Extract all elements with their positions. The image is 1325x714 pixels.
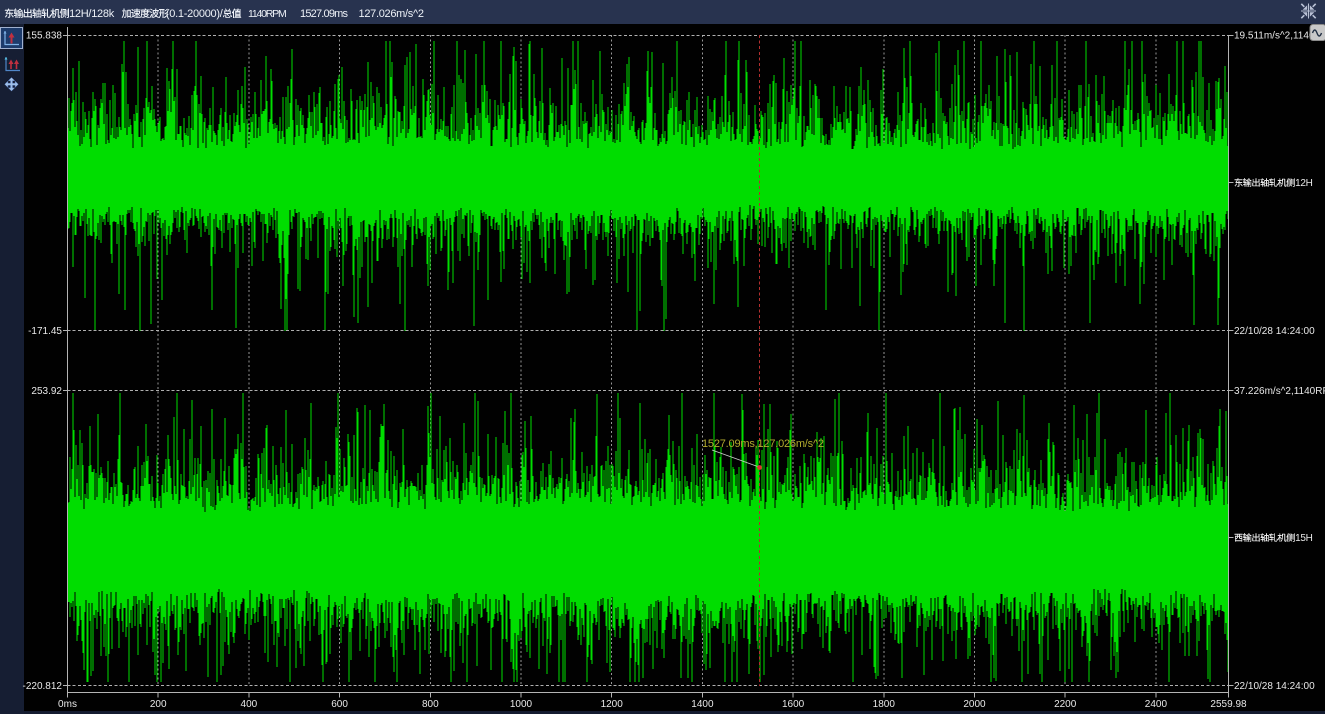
svg-text:2559.98: 2559.98 <box>1210 699 1247 710</box>
svg-text:253.92: 253.92 <box>31 386 62 397</box>
svg-text:800: 800 <box>422 699 439 710</box>
svg-text:400: 400 <box>241 699 258 710</box>
svg-text:12H/128k: 12H/128k <box>69 8 115 20</box>
svg-text:1200: 1200 <box>601 699 624 710</box>
svg-text:2200: 2200 <box>1054 699 1077 710</box>
svg-text:1527.09ms,127.026m/s^2: 1527.09ms,127.026m/s^2 <box>702 438 824 450</box>
svg-text:15H: 15H <box>1295 533 1313 544</box>
svg-text:1600: 1600 <box>782 699 805 710</box>
svg-text:155.838: 155.838 <box>26 31 63 42</box>
svg-text:2400: 2400 <box>1145 699 1168 710</box>
svg-text:1000: 1000 <box>510 699 533 710</box>
svg-text:-171.45: -171.45 <box>28 326 62 337</box>
svg-text:2000: 2000 <box>963 699 986 710</box>
svg-text:1400: 1400 <box>691 699 714 710</box>
svg-text:600: 600 <box>331 699 348 710</box>
svg-text:(0.1-20000)/: (0.1-20000)/ <box>166 8 224 20</box>
svg-text:22/10/28 14:24:00: 22/10/28 14:24:00 <box>1234 326 1315 337</box>
svg-text:0ms: 0ms <box>58 699 77 710</box>
svg-text:37.226m/s^2,1140RPM: 37.226m/s^2,1140RPM <box>1234 386 1325 397</box>
svg-text:1527.09ms: 1527.09ms <box>300 8 349 20</box>
svg-text:1800: 1800 <box>873 699 896 710</box>
svg-text:200: 200 <box>150 699 167 710</box>
svg-text:1140RPM: 1140RPM <box>248 8 286 20</box>
svg-text:22/10/28 14:24:00: 22/10/28 14:24:00 <box>1234 681 1315 692</box>
svg-text:-220.812: -220.812 <box>23 681 63 692</box>
svg-text:12H: 12H <box>1295 178 1313 189</box>
svg-text:127.026m/s^2: 127.026m/s^2 <box>359 8 424 20</box>
